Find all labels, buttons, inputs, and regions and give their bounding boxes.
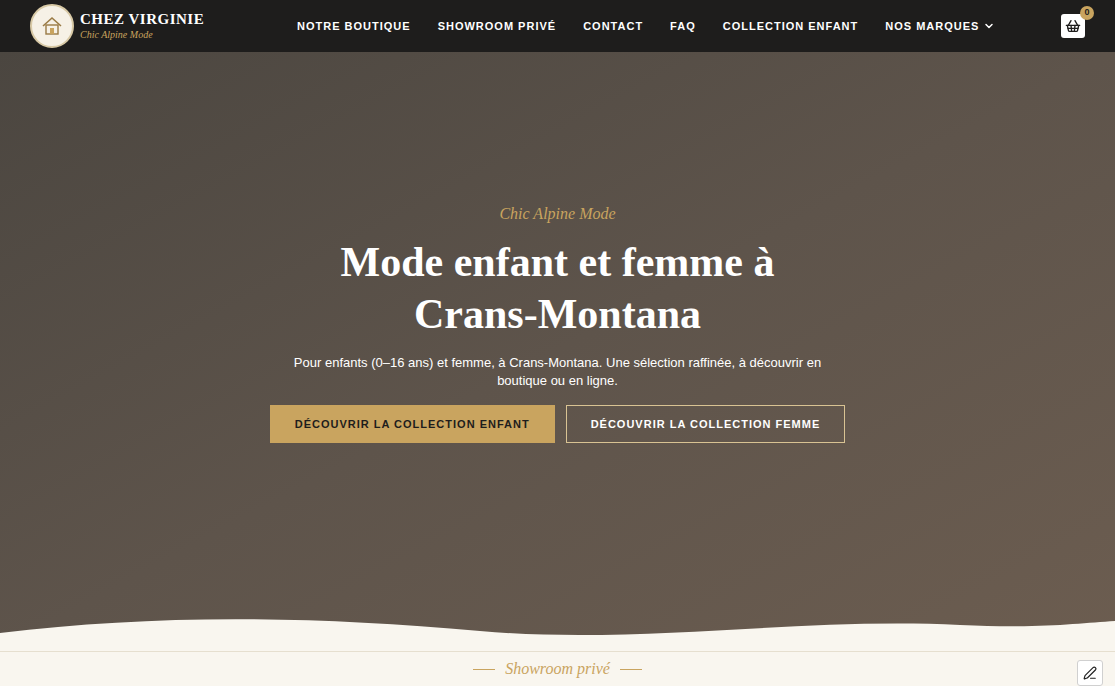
basket-icon	[1065, 18, 1081, 34]
page: CHEZ VIRGINIE Chic Alpine Mode NOTRE BOUTI…	[0, 0, 1115, 686]
menu-item[interactable]: COLLECTION ENFANT	[723, 18, 859, 35]
logo-icon	[30, 4, 74, 48]
pen-icon	[1083, 666, 1097, 680]
secondary-button[interactable]: DÉCOUVRIR LA COLLECTION FEMME	[566, 405, 846, 443]
hero: Chic Alpine Mode Mode enfant et femme à C…	[0, 52, 1115, 651]
hero-title: Mode enfant et femme à Crans-Montana	[298, 236, 818, 340]
cart-button[interactable]: 0	[1061, 14, 1085, 38]
divider-line	[473, 669, 495, 670]
hero-text: Pour enfants (0–16 ans) et femme, à Cran…	[273, 354, 843, 390]
main-menu: NOTRE BOUTIQUE SHOWROOM PRIVÉ CONTACT FAQ CO…	[297, 18, 995, 35]
chevron-down-icon	[983, 20, 995, 32]
brand-tagline: Chic Alpine Mode	[80, 30, 204, 40]
floating-tool-button[interactable]	[1077, 660, 1103, 686]
top-nav: CHEZ VIRGINIE Chic Alpine Mode NOTRE BOUTI…	[0, 0, 1115, 52]
menu-item[interactable]: SHOWROOM PRIVÉ	[438, 18, 557, 35]
brand-name: CHEZ VIRGINIE	[80, 12, 204, 27]
menu-item[interactable]: NOS MARQUES	[885, 18, 995, 35]
primary-button[interactable]: DÉCOUVRIR LA COLLECTION ENFANT	[270, 405, 555, 443]
wave-divider-icon	[0, 611, 1115, 651]
hero-eyebrow: Chic Alpine Mode	[499, 202, 615, 226]
cart-count: 0	[1080, 6, 1094, 20]
next-section: Showroom privé	[0, 651, 1115, 686]
menu-item[interactable]: FAQ	[670, 18, 696, 35]
divider-line	[620, 669, 642, 670]
brand[interactable]: CHEZ VIRGINIE Chic Alpine Mode	[30, 4, 267, 48]
menu-item[interactable]: NOTRE BOUTIQUE	[297, 18, 411, 35]
section-eyebrow: Showroom privé	[505, 657, 610, 681]
menu-item[interactable]: CONTACT	[583, 18, 643, 35]
house-icon	[39, 13, 65, 39]
